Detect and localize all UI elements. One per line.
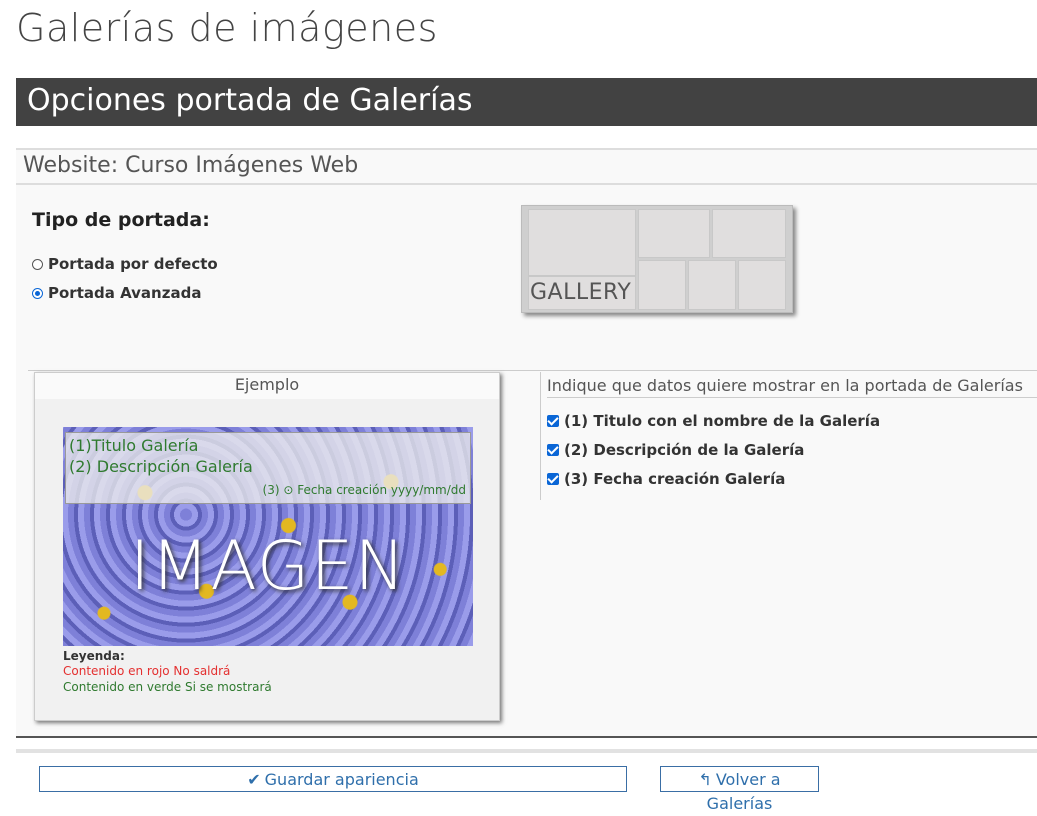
- display-options: Indique que datos quiere mostrar en la p…: [540, 372, 1037, 500]
- option-label: (2) Descripción de la Galería: [564, 441, 805, 459]
- option-label: (1) Titulo con el nombre de la Galería: [564, 412, 881, 430]
- check-icon: ✔: [247, 770, 261, 789]
- gallery-thumbnail-label: GALLERY: [530, 280, 632, 305]
- radio-portada-avanzada[interactable]: Portada Avanzada: [32, 284, 201, 302]
- example-title: Ejemplo: [35, 373, 499, 399]
- example-panel: Ejemplo (1)Titulo Galería (2) Descripció…: [34, 372, 500, 721]
- page-title: Galerías de imágenes: [16, 6, 438, 50]
- divider: [28, 370, 1037, 371]
- option-fecha[interactable]: (3) Fecha creación Galería: [547, 470, 785, 488]
- portada-type-title: Tipo de portada:: [32, 209, 210, 231]
- option-descripcion[interactable]: (2) Descripción de la Galería: [547, 441, 804, 459]
- overlay-date: (3) ⊙ Fecha creación yyyy/mm/dd: [262, 483, 466, 497]
- radio-portada-defecto[interactable]: Portada por defecto: [32, 255, 218, 273]
- reply-icon: ↰: [698, 770, 712, 789]
- footer-divider: [16, 749, 1037, 753]
- radio-label: Portada Avanzada: [48, 284, 202, 302]
- website-label: Website: Curso Imágenes Web: [16, 148, 1037, 185]
- option-label: (3) Fecha creación Galería: [564, 470, 786, 488]
- radio-label: Portada por defecto: [48, 255, 218, 273]
- checkbox-checked[interactable]: [547, 444, 559, 456]
- image-placeholder-text: IMAGEN: [129, 527, 407, 606]
- main-panel: Tipo de portada: Portada por defecto Por…: [16, 185, 1037, 738]
- options-title: Indique que datos quiere mostrar en la p…: [547, 376, 1037, 398]
- overlay-description: (2) Descripción Galería: [69, 457, 253, 476]
- checkbox-checked[interactable]: [547, 415, 559, 427]
- checkbox-checked[interactable]: [547, 473, 559, 485]
- legend-red: Contenido en rojo No saldrá: [63, 664, 231, 678]
- legend-title: Leyenda:: [63, 649, 125, 663]
- section-header: Opciones portada de Galerías: [16, 78, 1037, 126]
- back-button-label: Volver a Galerías: [706, 770, 781, 813]
- radio-button-checked[interactable]: [32, 287, 43, 299]
- save-appearance-button[interactable]: ✔ Guardar apariencia: [39, 766, 627, 792]
- back-to-galleries-button[interactable]: ↰ Volver a Galerías: [660, 766, 819, 813]
- legend-green: Contenido en verde Si se mostrará: [63, 680, 272, 694]
- sample-image: (1)Titulo Galería (2) Descripción Galerí…: [63, 427, 473, 646]
- save-button-label: Guardar apariencia: [264, 770, 419, 789]
- option-titulo[interactable]: (1) Titulo con el nombre de la Galería: [547, 412, 880, 430]
- sample-overlay: (1)Titulo Galería (2) Descripción Galerí…: [65, 432, 471, 504]
- radio-button[interactable]: [32, 258, 43, 270]
- gallery-thumbnail: GALLERY: [521, 205, 793, 313]
- overlay-title: (1)Titulo Galería: [69, 436, 199, 455]
